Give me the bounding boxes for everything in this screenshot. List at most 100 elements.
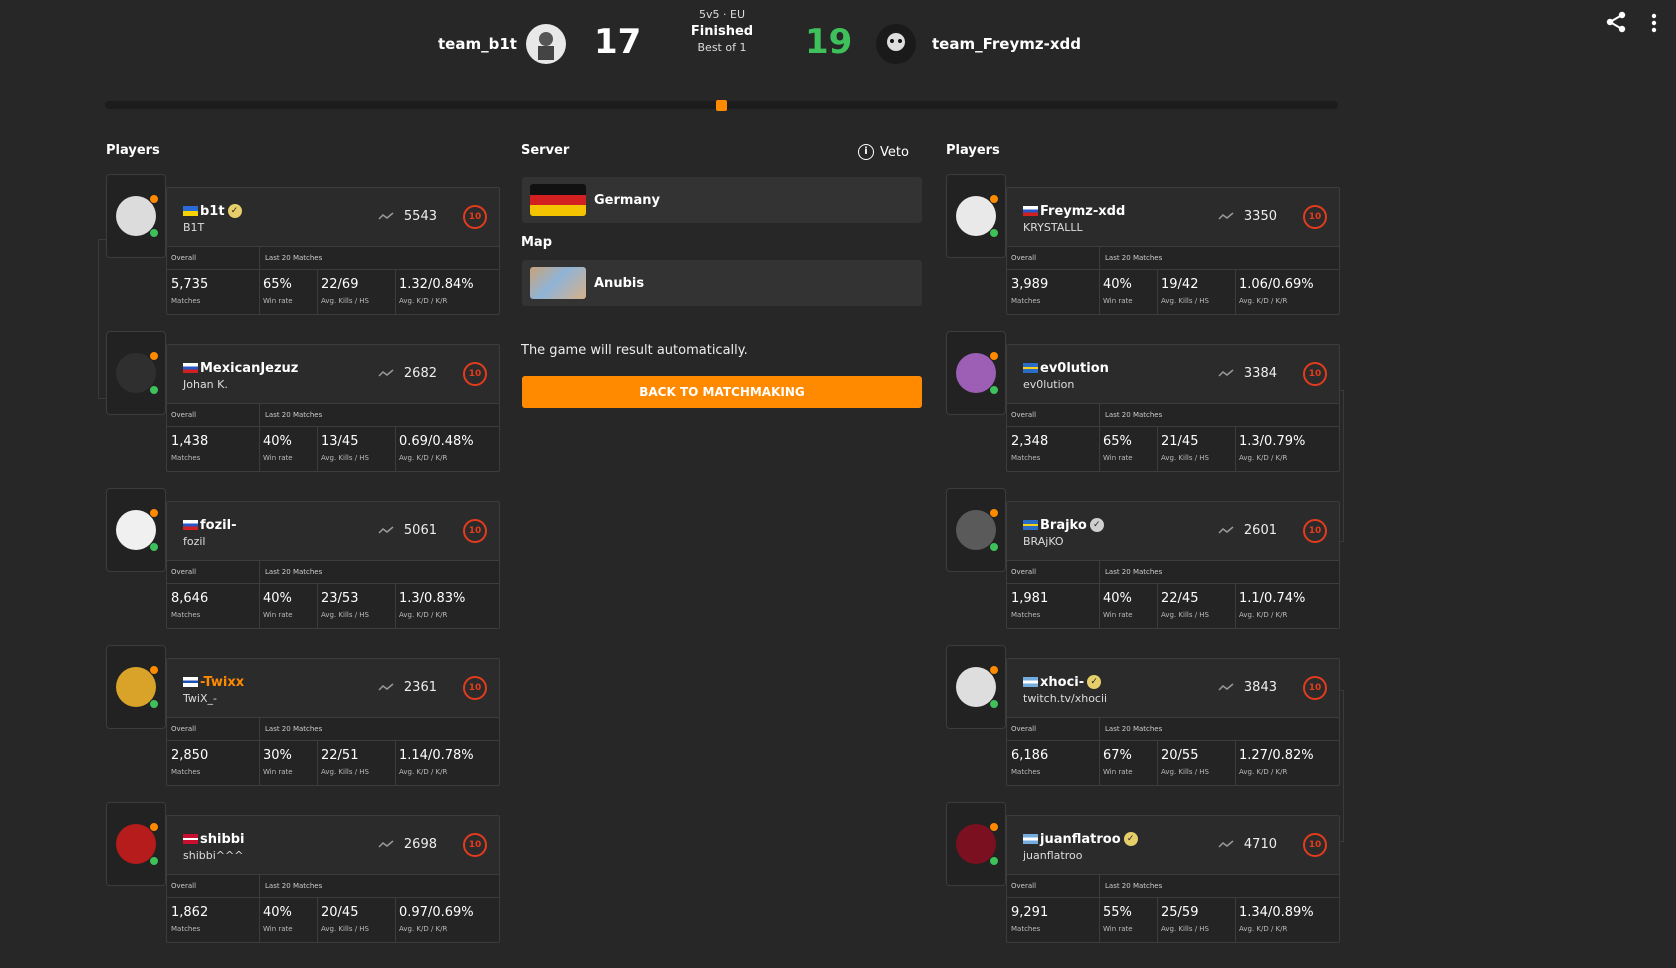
player-real-name: shibbi^^^	[183, 849, 244, 862]
team2-name[interactable]: team_Freymz-xdd	[932, 35, 1081, 53]
player-avatar[interactable]	[106, 174, 166, 258]
player-avatar[interactable]	[946, 331, 1006, 415]
verified-icon: ✓	[1087, 674, 1102, 689]
stats-header: Overall Last 20 Matches	[167, 404, 499, 427]
player-card[interactable]: ev0lution ev0lution 3384 10 Overall Last…	[1006, 344, 1340, 472]
status-dot-icon	[989, 822, 999, 832]
stat-winrate: 65% Win rate	[1099, 427, 1157, 471]
player-avatar[interactable]	[106, 645, 166, 729]
overall-label: Overall	[1011, 725, 1037, 733]
stat-kills: 25/59 Avg. Kills / HS	[1157, 898, 1235, 942]
player-card[interactable]: MexicanJezuz Johan K. 2682 10 Overall La…	[166, 344, 500, 472]
country-flag-icon	[1023, 362, 1038, 373]
more-vertical-icon[interactable]	[1650, 12, 1658, 40]
share-icon[interactable]	[1605, 10, 1627, 40]
stat-kd: 0.69/0.48% Avg. K/D / K/R	[395, 427, 499, 471]
player-card[interactable]: Brajko ✓ BRAjKO 2601 10 Overall Last 20 M…	[1006, 501, 1340, 629]
player-elo: 5061	[378, 523, 437, 538]
player-card[interactable]: Freymz-xdd KRYSTALLL 3350 10 Overall Las…	[1006, 187, 1340, 315]
divider	[1099, 718, 1100, 740]
player-card-header: juanflatroo ✓ juanflatroo 4710 10	[1007, 816, 1339, 875]
player-nickname[interactable]: xhoci-	[1040, 675, 1084, 690]
elo-value: 5061	[403, 523, 437, 538]
stat-kills: 22/51 Avg. Kills / HS	[317, 741, 395, 785]
player-nickname[interactable]: -Twixx	[200, 675, 244, 690]
player-card-header: MexicanJezuz Johan K. 2682 10	[167, 345, 499, 404]
player-nickname[interactable]: fozil-	[200, 518, 236, 533]
player-nickname[interactable]: b1t	[200, 204, 225, 219]
country-flag-icon	[183, 519, 198, 530]
kills-label: Avg. Kills / HS	[1161, 297, 1210, 305]
stat-matches: 2,850 Matches	[167, 741, 259, 785]
player-nickname[interactable]: Freymz-xdd	[1040, 204, 1125, 219]
kills-value: 22/69	[321, 277, 359, 292]
player-avatar[interactable]	[946, 802, 1006, 886]
player-elo: 5543	[378, 209, 437, 224]
player-nickname[interactable]: MexicanJezuz	[200, 361, 298, 376]
matches-label: Matches	[171, 297, 201, 305]
skill-level-icon: 10	[463, 205, 487, 229]
player-avatar[interactable]	[946, 645, 1006, 729]
back-to-matchmaking-button[interactable]: BACK TO MATCHMAKING	[522, 376, 922, 408]
matches-value: 1,862	[171, 905, 209, 920]
status-dot-icon	[989, 665, 999, 675]
player-avatar[interactable]	[946, 488, 1006, 572]
divider	[1099, 561, 1100, 583]
player-card[interactable]: juanflatroo ✓ juanflatroo 4710 10 Overall…	[1006, 815, 1340, 943]
kd-label: Avg. K/D / K/R	[1239, 925, 1288, 933]
matches-value: 6,186	[1011, 748, 1049, 763]
team1-name[interactable]: team_b1t	[438, 35, 517, 53]
player-card[interactable]: shibbi shibbi^^^ 2698 10 Overall Last 20…	[166, 815, 500, 943]
kd-label: Avg. K/D / K/R	[399, 611, 448, 619]
germany-flag-icon	[530, 184, 586, 216]
elo-value: 3843	[1243, 680, 1277, 695]
player-avatar[interactable]	[106, 802, 166, 886]
stat-matches: 9,291 Matches	[1007, 898, 1099, 942]
verified-icon: ✓	[227, 203, 242, 218]
kd-label: Avg. K/D / K/R	[1239, 768, 1288, 776]
player-identity: fozil-	[183, 514, 236, 533]
kills-label: Avg. Kills / HS	[1161, 611, 1210, 619]
stat-kd: 1.14/0.78% Avg. K/D / K/R	[395, 741, 499, 785]
winrate-value: 40%	[263, 591, 292, 606]
player-nickname[interactable]: Brajko	[1040, 518, 1087, 533]
player-identity: b1t ✓	[183, 200, 242, 219]
player-card[interactable]: fozil- fozil 5061 10 Overall Last 20 Mat…	[166, 501, 500, 629]
status-dot-icon	[989, 194, 999, 204]
winrate-value: 65%	[1103, 434, 1132, 449]
team2-logo[interactable]	[876, 24, 916, 64]
player-nickname[interactable]: ev0lution	[1040, 361, 1109, 376]
last20-label: Last 20 Matches	[265, 568, 323, 576]
skill-level-icon: 10	[463, 362, 487, 386]
player-card[interactable]: -Twixx TwiX_- 2361 10 Overall Last 20 Ma…	[166, 658, 500, 786]
winrate-value: 30%	[263, 748, 292, 763]
map-box: Anubis	[522, 260, 922, 306]
player-avatar[interactable]	[946, 174, 1006, 258]
matches-label: Matches	[171, 611, 201, 619]
stats-row: 9,291 Matches 55% Win rate 25/59 Avg. Ki…	[1007, 898, 1339, 942]
kills-value: 25/59	[1161, 905, 1199, 920]
veto-button[interactable]: i Veto	[858, 144, 909, 160]
winrate-label: Win rate	[1103, 297, 1133, 305]
avatar-image	[116, 665, 159, 709]
map-thumbnail	[530, 267, 586, 299]
kills-value: 13/45	[321, 434, 359, 449]
matches-label: Matches	[171, 768, 201, 776]
player-nickname[interactable]: juanflatroo	[1040, 832, 1121, 847]
winrate-value: 40%	[263, 905, 292, 920]
player-nickname[interactable]: shibbi	[200, 832, 245, 847]
player-card[interactable]: xhoci- ✓ twitch.tv/xhocii 3843 10 Overall…	[1006, 658, 1340, 786]
winrate-value: 55%	[1103, 905, 1132, 920]
kd-value: 1.1/0.74%	[1239, 591, 1306, 606]
left-players-label: Players	[106, 143, 160, 158]
player-avatar[interactable]	[106, 488, 166, 572]
matches-label: Matches	[171, 925, 201, 933]
last20-label: Last 20 Matches	[265, 882, 323, 890]
skill-level-icon: 10	[1303, 205, 1327, 229]
winrate-label: Win rate	[1103, 768, 1133, 776]
team1-logo[interactable]	[526, 24, 566, 64]
player-avatar[interactable]	[106, 331, 166, 415]
player-card[interactable]: b1t ✓ B1T 5543 10 Overall Last 20 Matches	[166, 187, 500, 315]
last20-label: Last 20 Matches	[265, 725, 323, 733]
overall-label: Overall	[171, 882, 197, 890]
